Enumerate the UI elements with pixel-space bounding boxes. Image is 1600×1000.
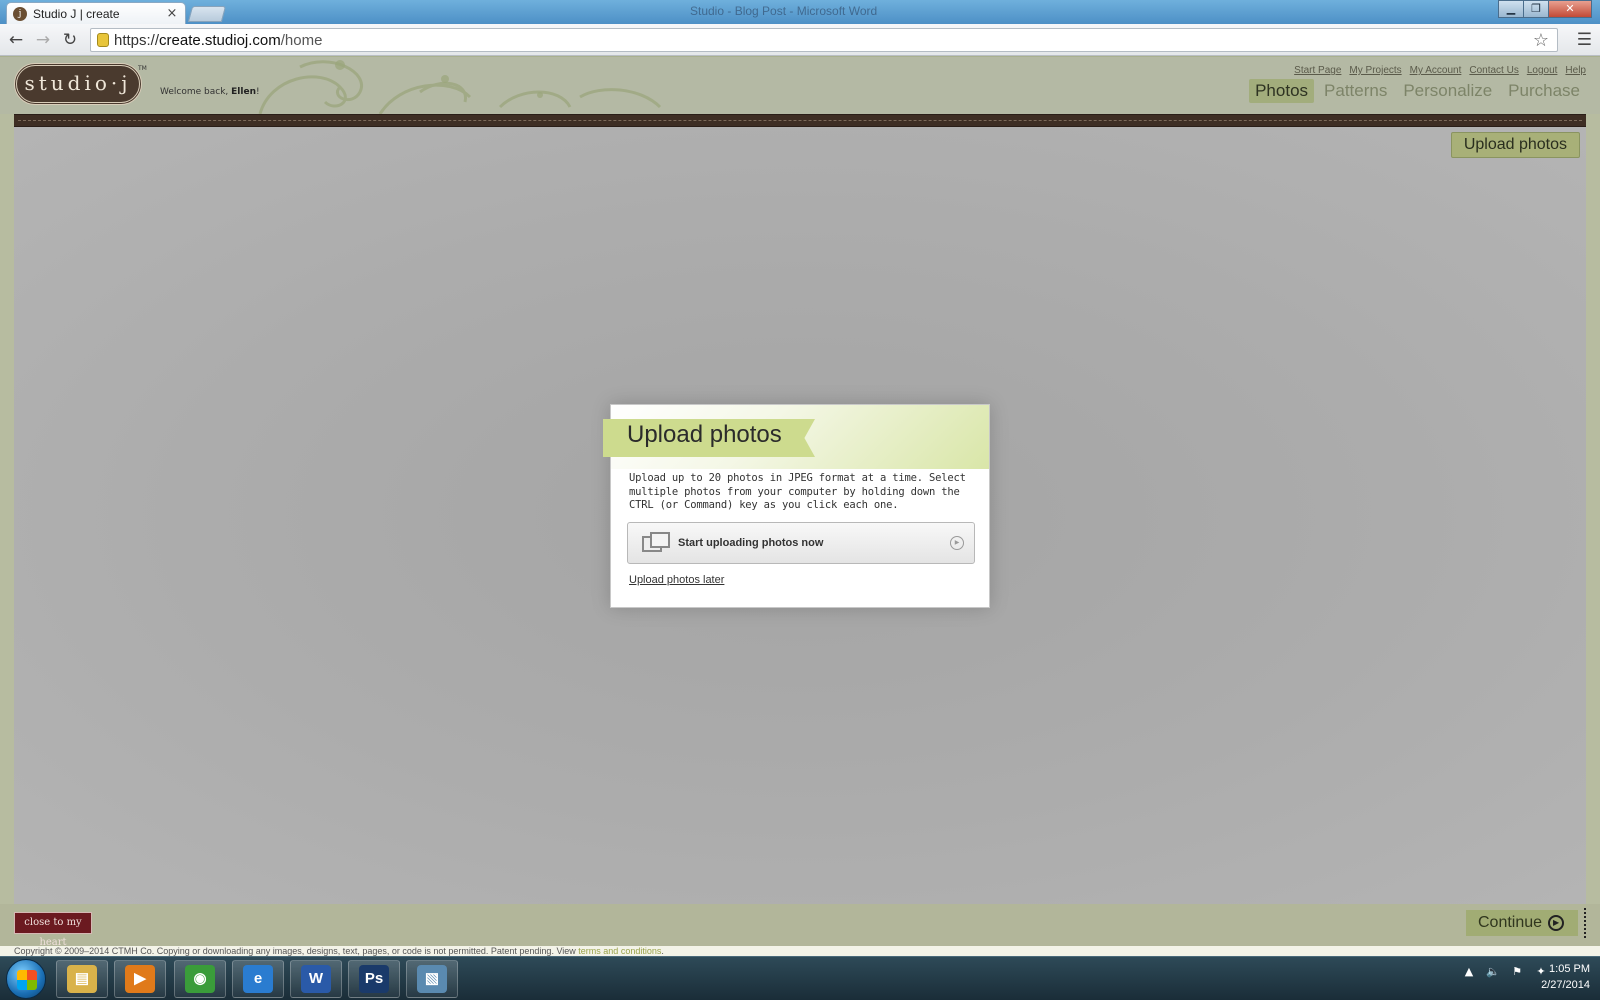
windows-logo-icon xyxy=(17,970,37,990)
close-icon[interactable]: ✕ xyxy=(1548,0,1592,18)
minimize-icon[interactable]: ▁ xyxy=(1498,0,1524,18)
close-to-my-heart-logo[interactable]: close to my heart xyxy=(14,912,92,948)
address-input[interactable]: https://create.studioj.com/home ☆ xyxy=(90,28,1558,52)
help-link[interactable]: Help xyxy=(1565,65,1586,76)
start-uploading-label: Start uploading photos now xyxy=(678,537,824,549)
play-circle-icon: ▶ xyxy=(1548,915,1565,931)
my-account-link[interactable]: My Account xyxy=(1410,65,1462,76)
file-explorer-icon: ▤ xyxy=(67,965,97,993)
new-tab-button[interactable] xyxy=(187,6,227,22)
play-circle-icon: ▶ xyxy=(950,536,964,550)
upload-photos-button[interactable]: Upload photos xyxy=(1450,132,1580,158)
photoshop-icon: Ps xyxy=(359,965,389,993)
tab-patterns[interactable]: Patterns xyxy=(1318,79,1393,103)
scroll-handle[interactable] xyxy=(1584,908,1586,938)
my-projects-link[interactable]: My Projects xyxy=(1349,65,1401,76)
copyright-text: Copyright © 2009–2014 CTMH Co. Copying o… xyxy=(0,946,1600,956)
url-text: https://create.studioj.com/home xyxy=(114,31,323,49)
tab-purchase[interactable]: Purchase xyxy=(1502,79,1586,103)
browser-tab[interactable]: j Studio J | create × xyxy=(6,2,186,24)
back-arrow-icon[interactable]: ← xyxy=(6,30,26,50)
show-hidden-icons-icon[interactable]: ▲ xyxy=(1462,965,1476,979)
window-title: Studio - Blog Post - Microsoft Word xyxy=(690,4,878,18)
dialog-description: Upload up to 20 photos in JPEG format at… xyxy=(629,472,966,511)
start-uploading-button[interactable]: Start uploading photos now ▶ xyxy=(627,522,975,564)
continue-button[interactable]: Continue ▶ xyxy=(1466,910,1578,936)
taskbar-app[interactable]: ▧ xyxy=(406,960,458,998)
stitched-divider xyxy=(14,114,1586,127)
taskbar-app[interactable]: ◉ xyxy=(174,960,226,998)
tab-close-icon[interactable]: × xyxy=(165,6,179,21)
windows-taskbar: ▤ ▶ ◉ e W Ps ▧ ▲ 🔈 ⚑ ✦ 1:05 PM 2/27/2014 xyxy=(0,956,1600,1000)
decorative-swirls xyxy=(258,60,662,114)
browser-titlebar: j Studio J | create × Studio - Blog Post… xyxy=(0,0,1600,24)
internet-explorer-icon: e xyxy=(243,965,273,993)
tab-title: Studio J | create xyxy=(33,6,120,21)
clock-time: 1:05 PM xyxy=(1549,963,1590,975)
taskbar-app[interactable]: Ps xyxy=(348,960,400,998)
restore-icon[interactable]: ❐ xyxy=(1523,0,1549,18)
site-header: studio·j TM Welcome back, Ellen! Start P… xyxy=(0,57,1600,114)
logout-link[interactable]: Logout xyxy=(1527,65,1558,76)
start-page-link[interactable]: Start Page xyxy=(1294,65,1341,76)
action-center-flag-icon[interactable]: ⚑ xyxy=(1510,965,1524,979)
clock[interactable]: 1:05 PM 2/27/2014 xyxy=(1541,961,1590,993)
media-player-icon: ▶ xyxy=(125,965,155,993)
photo-viewer-icon: ▧ xyxy=(417,965,447,993)
dialog-header: Upload photos xyxy=(603,405,989,469)
favicon-icon: j xyxy=(13,6,27,21)
taskbar-app[interactable]: ▤ xyxy=(56,960,108,998)
trademark-mark: TM xyxy=(138,65,147,72)
forward-arrow-icon[interactable]: → xyxy=(33,30,53,50)
upload-photos-dialog: Upload photos Upload up to 20 photos in … xyxy=(603,404,990,608)
system-tray: ▲ 🔈 ⚑ ✦ xyxy=(1462,965,1548,979)
volume-icon[interactable]: 🔈 xyxy=(1486,965,1500,979)
taskbar-app[interactable]: ▶ xyxy=(114,960,166,998)
terms-link[interactable]: terms and conditions xyxy=(578,946,661,956)
word-icon: W xyxy=(301,965,331,993)
start-button[interactable] xyxy=(6,959,46,999)
studio-j-logo[interactable]: studio·j xyxy=(14,63,142,105)
reload-icon[interactable]: ↻ xyxy=(60,30,80,50)
browser-menu-icon[interactable]: ☰ xyxy=(1577,30,1592,50)
window-controls: ▁ ❐ ✕ xyxy=(1498,0,1592,18)
photos-icon xyxy=(642,532,670,554)
clock-date: 2/27/2014 xyxy=(1541,979,1590,991)
welcome-message: Welcome back, Ellen! xyxy=(160,87,260,97)
upload-later-link[interactable]: Upload photos later xyxy=(629,574,724,586)
main-nav: Photos Patterns Personalize Purchase xyxy=(1249,79,1586,103)
taskbar-app[interactable]: e xyxy=(232,960,284,998)
taskbar-app[interactable]: W xyxy=(290,960,342,998)
bottom-bar: close to my heart Continue ▶ xyxy=(0,904,1600,948)
bookmark-star-icon[interactable]: ☆ xyxy=(1533,30,1549,51)
contact-us-link[interactable]: Contact Us xyxy=(1469,65,1518,76)
browser-toolbar: ← → ↻ https://create.studioj.com/home ☆ … xyxy=(0,24,1600,56)
utility-links: Start Page My Projects My Account Contac… xyxy=(1294,65,1586,76)
tab-personalize[interactable]: Personalize xyxy=(1397,79,1498,103)
tab-photos[interactable]: Photos xyxy=(1249,79,1315,103)
chrome-icon: ◉ xyxy=(185,965,215,993)
dialog-title: Upload photos xyxy=(627,421,782,448)
lock-icon xyxy=(97,33,109,47)
user-name: Ellen xyxy=(231,87,256,97)
continue-label: Continue xyxy=(1478,914,1543,931)
